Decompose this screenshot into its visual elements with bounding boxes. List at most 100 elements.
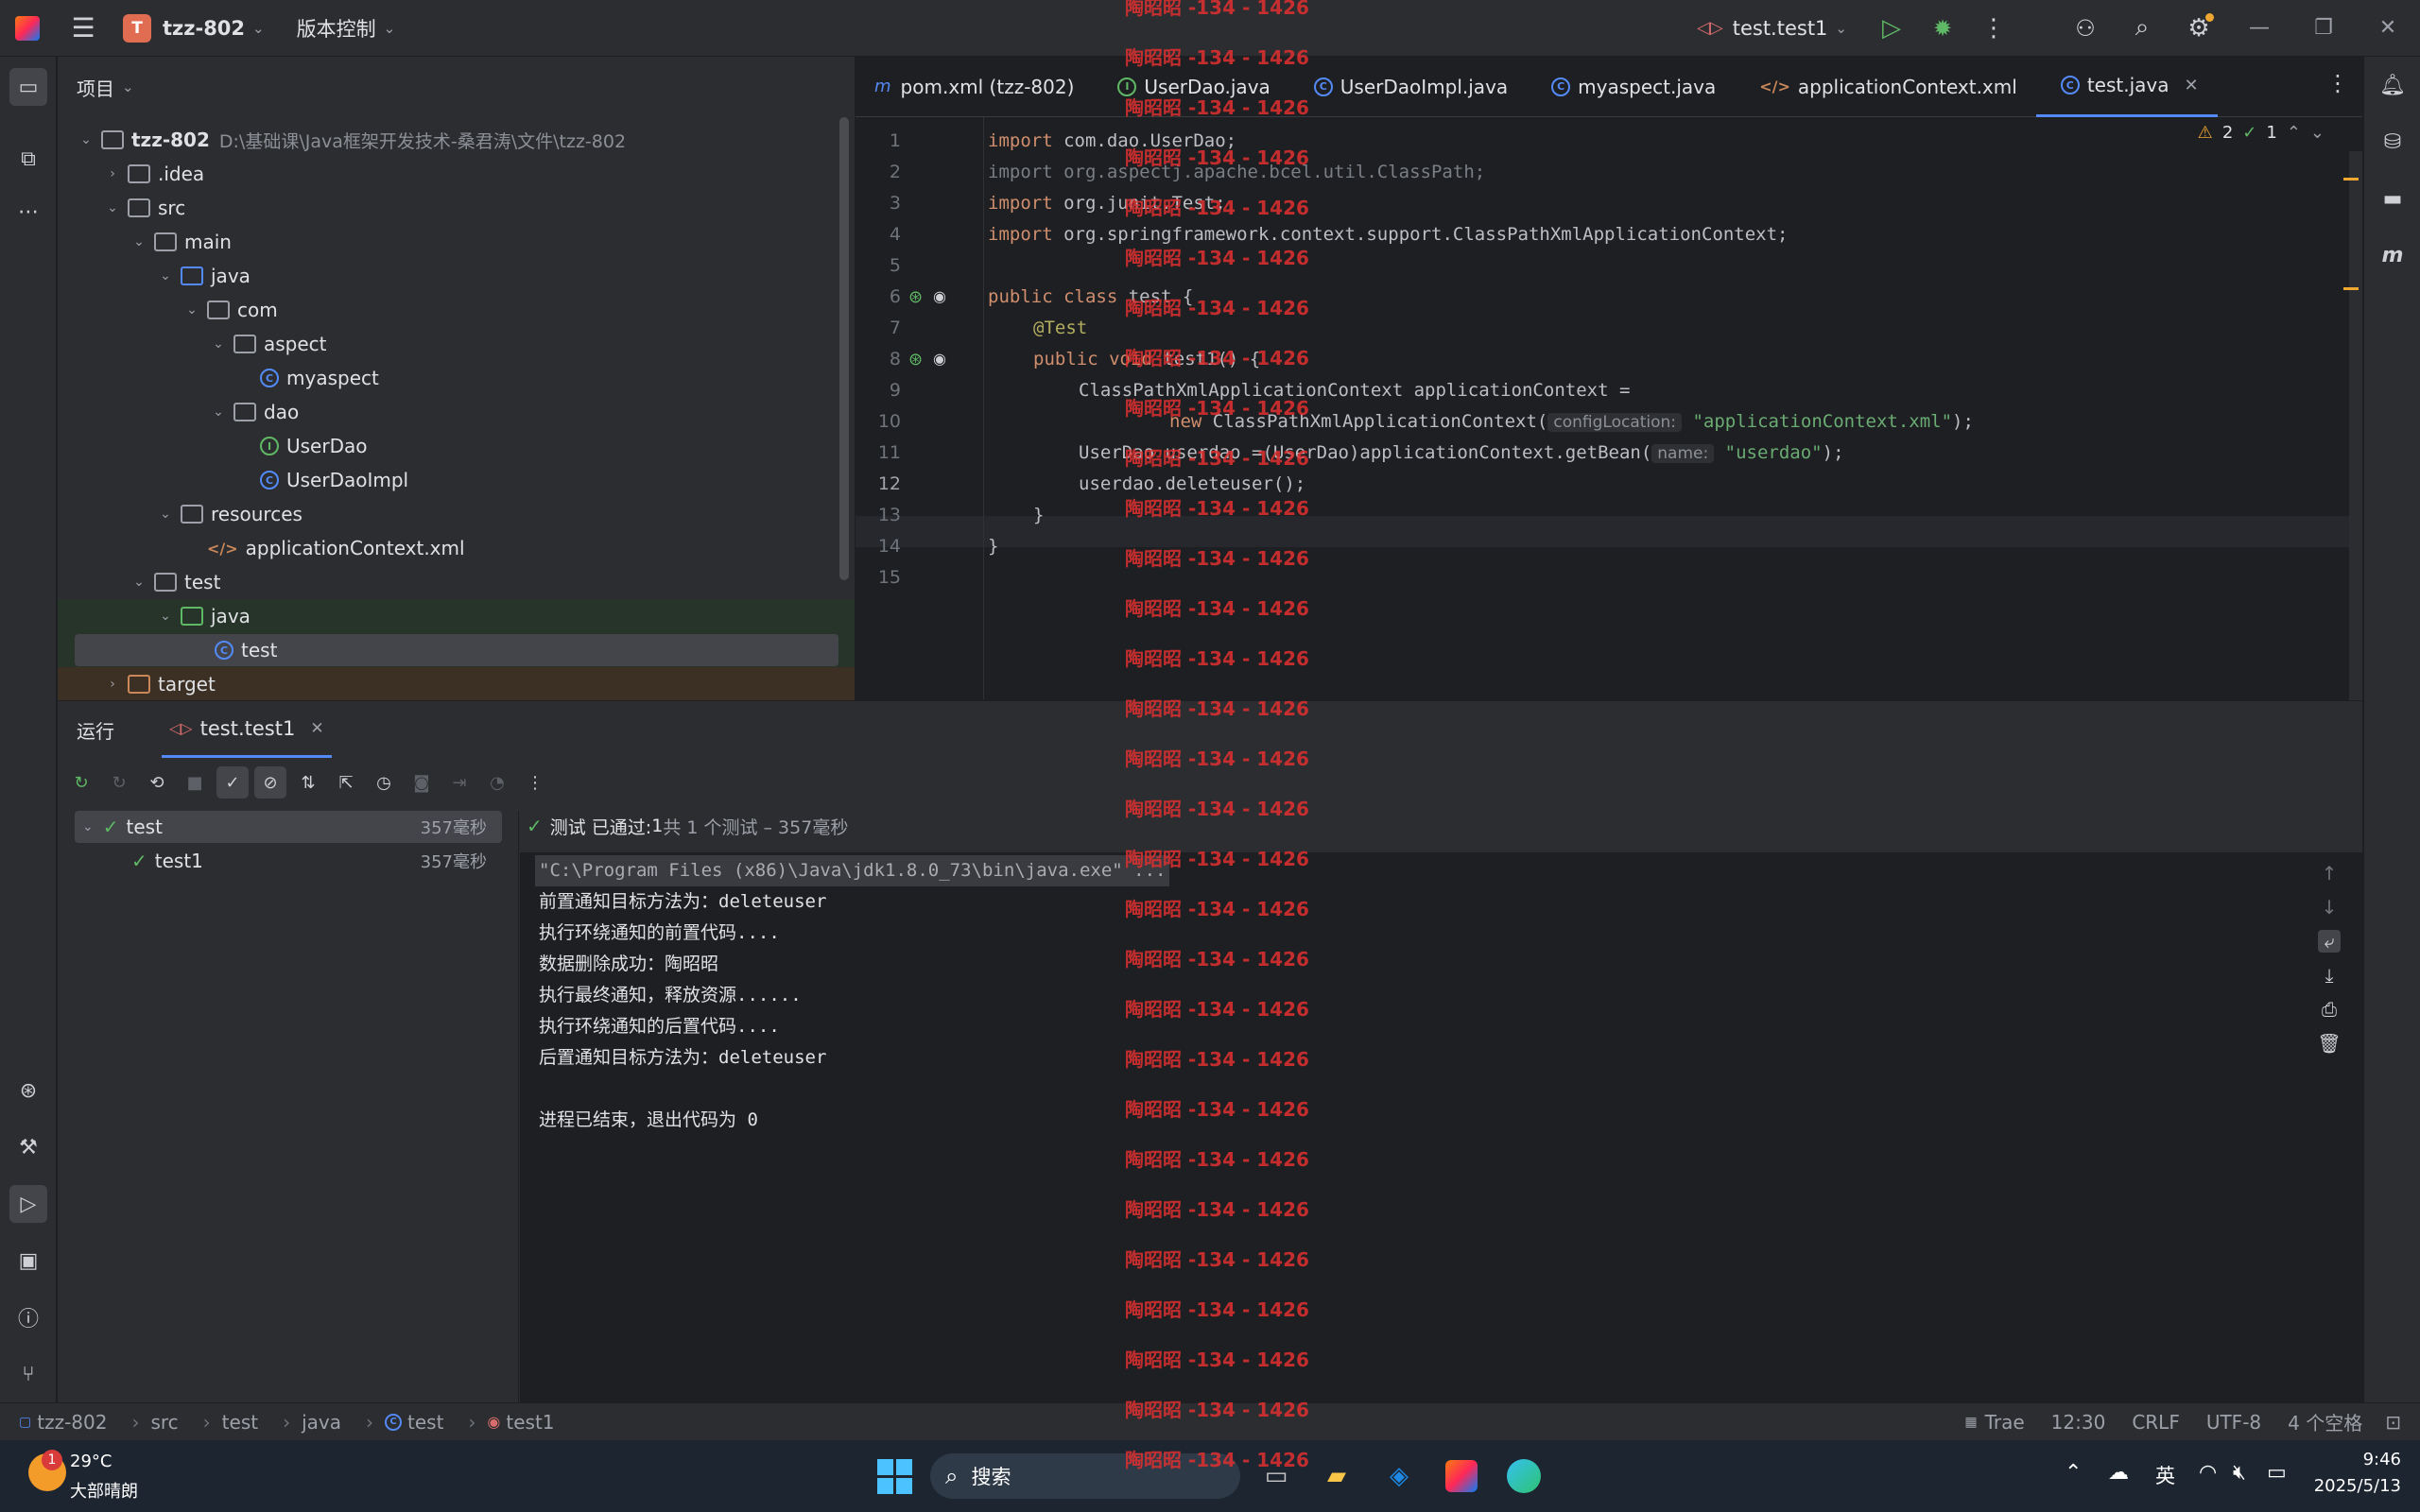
project-switcher[interactable]: T tzz-802 ⌄	[123, 0, 265, 57]
breadcrumb-item[interactable]: src	[150, 1411, 178, 1434]
more-tools-icon[interactable]: ⋯	[9, 193, 47, 231]
tree-item-main-java[interactable]: ⌄ java	[58, 259, 855, 293]
close-button[interactable]: ✕	[2356, 0, 2420, 57]
run-gutter-icon[interactable]: ⊛	[908, 287, 923, 307]
tree-item-src[interactable]: ⌄ src	[58, 191, 855, 225]
chevron-up-icon[interactable]: ⌃	[2287, 123, 2301, 143]
vcs-menu[interactable]: 版本控制 ⌄	[297, 0, 396, 57]
collapse-icon[interactable]: ⇱	[330, 766, 362, 799]
tabs-menu-icon[interactable]: ⋮	[2326, 70, 2349, 96]
more-actions-icon[interactable]: ⋮	[519, 766, 551, 799]
tab-test-java[interactable]: Ctest.java ✕	[2035, 57, 2218, 117]
breadcrumb-item[interactable]: java	[302, 1411, 341, 1434]
close-tab-icon[interactable]: ✕	[310, 719, 323, 738]
warning-stripe-mark[interactable]	[2343, 178, 2359, 180]
tree-item-main[interactable]: ⌄ main	[58, 225, 855, 259]
tab-myaspect-java[interactable]: Cmyaspect.java	[1527, 57, 1735, 117]
tab-userdao-java[interactable]: I UserDao.java	[1093, 57, 1288, 117]
run-tool-icon[interactable]: ▷	[9, 1185, 47, 1223]
notifications-bell-icon[interactable]: 🔔︎	[2374, 66, 2411, 104]
debug-button[interactable]: ✹	[1917, 0, 1968, 57]
services-icon[interactable]: ⊛	[9, 1072, 47, 1109]
run-tab-test-test1[interactable]: ◁▷ test.test1 ✕	[162, 701, 332, 758]
maximize-button[interactable]: ❐	[2291, 0, 2356, 57]
bookmark-icon[interactable]: ▬	[2374, 180, 2411, 217]
sort-icon[interactable]: ⇅	[292, 766, 324, 799]
tree-item-aspect[interactable]: ⌄ aspect	[58, 327, 855, 361]
database-icon[interactable]: ⛁	[2374, 123, 2411, 161]
tab-pom-xml[interactable]: m pom.xml (tzz-802)	[856, 57, 1093, 117]
chevron-down-icon[interactable]: ⌄	[2310, 123, 2325, 143]
ime-indicator[interactable]: 英	[2155, 1461, 2175, 1489]
line-separator[interactable]: CRLF	[2132, 1411, 2180, 1434]
toggle-autotest-icon[interactable]: ⟲	[141, 766, 173, 799]
terminal-icon[interactable]: ▣	[9, 1242, 47, 1280]
scroll-to-end-icon[interactable]: ⤓	[2325, 964, 2334, 987]
print-icon[interactable]: ⎙	[2322, 998, 2337, 1021]
tree-item-applicationcontext[interactable]: </> applicationContext.xml	[58, 531, 855, 565]
trae-widget[interactable]: Trae	[1985, 1411, 2025, 1434]
show-passed-icon[interactable]: ✓	[216, 766, 249, 799]
camera-icon[interactable]: ◙	[406, 766, 438, 799]
search-icon[interactable]: ⌕	[2114, 0, 2170, 57]
structure-icon[interactable]: ⧉	[9, 140, 47, 178]
arrow-down-icon[interactable]: ↓	[2322, 896, 2338, 919]
intellij-idea-icon[interactable]	[1439, 1453, 1484, 1499]
inspection-widget[interactable]: ⚠ 2 ✓ 1 ⌃ ⌄	[2198, 123, 2325, 143]
soft-wrap-icon[interactable]: ⤶	[2318, 930, 2341, 953]
implemented-gutter-icon[interactable]: ◉	[933, 350, 946, 368]
project-panel-header[interactable]: 项目 ⌄	[58, 57, 855, 117]
wifi-icon[interactable]: ◠	[2199, 1461, 2217, 1485]
project-scrollbar[interactable]	[839, 117, 849, 580]
show-ignored-icon[interactable]: ⊘	[254, 766, 286, 799]
more-actions-icon[interactable]: ⋮	[1968, 0, 2019, 57]
task-view-icon[interactable]: ▭	[1253, 1453, 1299, 1499]
chevron-up-icon[interactable]: ⌃	[2065, 1461, 2082, 1485]
speaker-muted-icon[interactable]: 🔇︎	[2233, 1461, 2246, 1485]
breadcrumb-item[interactable]: test1	[506, 1411, 554, 1434]
add-user-icon[interactable]: ⚇	[2057, 0, 2114, 57]
tree-item-userdao[interactable]: I UserDao	[58, 429, 855, 463]
tree-item-userdaoimpl[interactable]: C UserDaoImpl	[58, 463, 855, 497]
import-icon[interactable]: ⇥	[443, 766, 475, 799]
implemented-gutter-icon[interactable]: ◉	[933, 287, 946, 305]
settings-gear-icon[interactable]: ⚙	[2170, 0, 2227, 57]
problems-icon[interactable]: ⓘ	[9, 1298, 47, 1336]
tree-item-resources[interactable]: ⌄ resources	[58, 497, 855, 531]
console-command-line[interactable]: "C:\Program Files (x86)\Java\jdk1.8.0_73…	[535, 855, 1170, 886]
tree-item-test[interactable]: ⌄ test	[58, 565, 855, 599]
run-gutter-icon[interactable]: ⊛	[908, 350, 923, 369]
readonly-lock-icon[interactable]: ⊡	[2385, 1411, 2401, 1434]
tree-item-idea[interactable]: › .idea	[58, 157, 855, 191]
tree-item-myaspect[interactable]: C myaspect	[58, 361, 855, 395]
tree-item-target[interactable]: › target	[58, 667, 855, 701]
tab-applicationcontext-xml[interactable]: </> applicationContext.xml	[1735, 57, 2036, 117]
trash-icon[interactable]: 🗑︎	[2317, 1032, 2341, 1055]
tree-item-test-class[interactable]: C test	[58, 633, 855, 667]
git-branch-icon[interactable]: ⑂	[9, 1355, 47, 1393]
tree-root[interactable]: ⌄ tzz-802 D:\基础课\Java框架开发技术-桑君涛\文件\tzz-8…	[58, 123, 855, 157]
breadcrumb-item[interactable]: test	[407, 1411, 443, 1434]
close-tab-icon[interactable]: ✕	[2184, 76, 2198, 95]
edge-browser-icon[interactable]	[1501, 1453, 1547, 1499]
taskbar-search-box[interactable]: ⌕ 搜索	[930, 1453, 1240, 1499]
file-encoding[interactable]: UTF-8	[2206, 1411, 2261, 1434]
rerun-icon[interactable]: ↻	[65, 766, 97, 799]
indent-setting[interactable]: 4 个空格	[2288, 1408, 2362, 1435]
maven-icon[interactable]: m	[2374, 236, 2411, 274]
arrow-up-icon[interactable]: ↑	[2322, 862, 2338, 885]
warning-stripe-mark[interactable]	[2343, 287, 2359, 290]
clock-time[interactable]: 9:46	[2307, 1450, 2401, 1469]
run-button[interactable]: ▷	[1866, 0, 1917, 57]
breadcrumb-item[interactable]: tzz-802	[37, 1411, 107, 1434]
clock-date[interactable]: 2025/5/13	[2288, 1476, 2401, 1496]
build-hammer-icon[interactable]: ⚒	[9, 1128, 47, 1166]
tree-item-test-java[interactable]: ⌄ java	[58, 599, 855, 633]
rerun-failed-icon[interactable]: ↻	[103, 766, 135, 799]
test-node-test1[interactable]: ✓ test1 357毫秒	[75, 845, 502, 877]
windows-start-icon[interactable]	[872, 1453, 917, 1499]
editor-scrollbar[interactable]	[2349, 151, 2362, 709]
coverage-icon[interactable]: ◔	[481, 766, 513, 799]
stop-icon[interactable]: ■	[179, 766, 211, 799]
test-node-suite[interactable]: ⌄ ✓ test 357毫秒	[75, 811, 502, 843]
